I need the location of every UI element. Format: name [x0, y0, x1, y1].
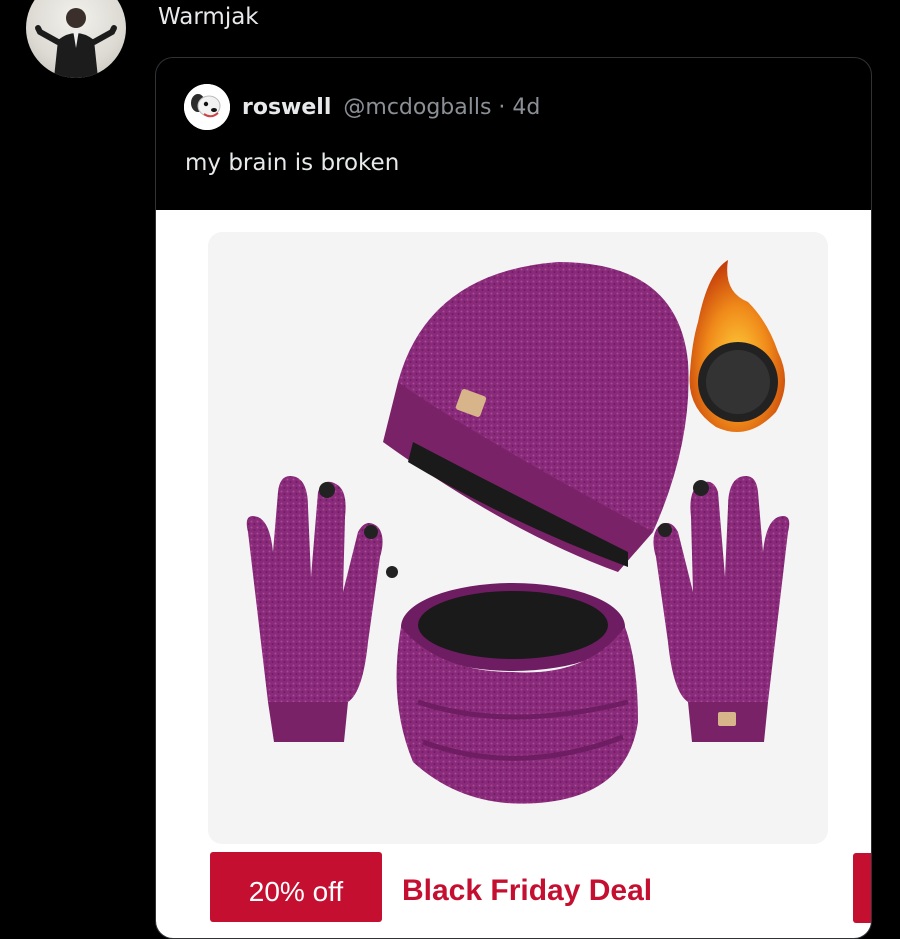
fire-fleece-icon	[689, 260, 786, 432]
left-glove-icon	[246, 476, 398, 742]
quoted-display-name[interactable]: roswell	[242, 95, 331, 120]
quoted-handle: @mcdogballs · 4d	[343, 94, 541, 120]
dog-avatar-icon	[184, 84, 230, 130]
quoted-author-avatar[interactable]	[184, 84, 230, 130]
quoted-tweet-header: roswell @mcdogballs · 4d	[184, 84, 540, 130]
neck-gaiter-icon	[396, 583, 638, 804]
quoted-tweet-text: my brain is broken	[185, 150, 400, 176]
product-image-panel	[208, 232, 828, 844]
author-name[interactable]: Warmjak	[158, 4, 259, 30]
quoted-tweet-card[interactable]: roswell @mcdogballs · 4d my brain is bro…	[155, 57, 872, 939]
person-avatar-icon	[35, 8, 117, 78]
beanie-icon	[383, 262, 689, 572]
right-glove-icon	[653, 476, 790, 742]
next-badge-edge	[853, 853, 871, 923]
deal-label: Black Friday Deal	[402, 874, 653, 907]
author-avatar[interactable]	[26, 0, 126, 78]
beanie-scarf-gloves-set-icon	[246, 260, 790, 804]
discount-badge: 20% off	[210, 852, 382, 922]
product-image[interactable]: 20% off Black Friday Deal	[156, 210, 871, 938]
